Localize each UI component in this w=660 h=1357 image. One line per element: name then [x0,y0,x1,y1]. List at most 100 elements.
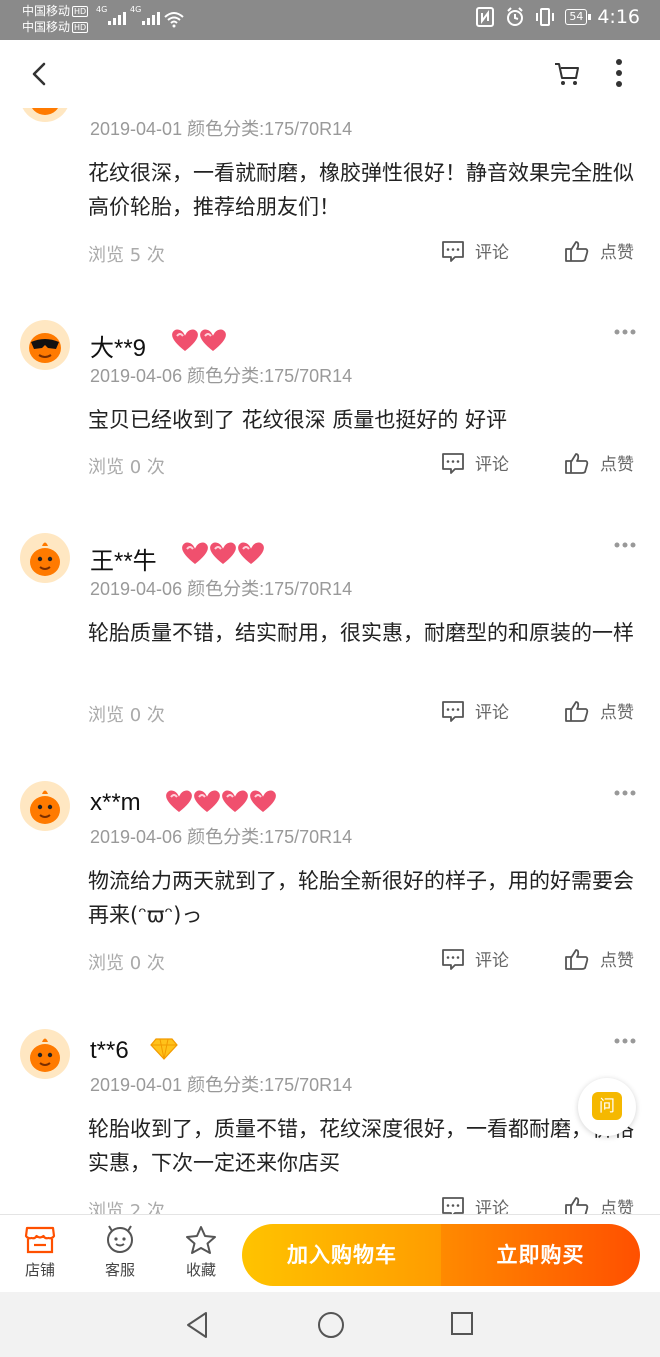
more-horizontal-icon[interactable] [613,541,637,549]
review-item: t**6 2019-04-01 颜色分类:175/70R14 轮胎收到了，质量不… [0,999,660,1214]
comment-icon [442,700,464,722]
carrier-info: 中国移动 HD 中国移动 HD [22,3,89,35]
hd-badge: HD [72,22,89,33]
thumbs-up-icon [565,452,589,474]
review-meta: 2019-04-01 颜色分类:175/70R14 [90,115,352,141]
review-sku: 颜色分类:175/70R14 [187,827,353,847]
more-vertical-icon[interactable] [608,56,630,90]
like-button[interactable]: 点赞 [564,238,634,263]
review-content: 花纹很深，一看就耐磨，橡胶弹性很好！静音效果完全胜似高价轮胎，推荐给朋友们！ [88,161,634,219]
review-date: 2019-04-01 [90,1075,183,1095]
signal-bars-icon [108,12,126,25]
back-triangle-icon[interactable] [184,1310,212,1340]
review-content: 物流给力两天就到了，轮胎全新很好的样子，用的好需要会再来(ᵔϖᵔ)っ [88,869,634,927]
comment-label: 评论 [475,1199,509,1214]
comment-icon [442,452,464,474]
review-item: 大**9 2019-04-06 颜色分类:175/70R14 宝贝已经收到了 花… [0,290,660,530]
review-content: 轮胎收到了，质量不错，花纹深度很好，一看都耐磨，价格实惠，下次一定还来你店买 [88,1117,634,1175]
view-count: 浏览 0 次 [88,457,165,478]
service-label: 客服 [104,1261,135,1279]
user-level-hearts [178,539,266,567]
comment-icon [442,240,464,262]
view-count: 浏览 2 次 [88,1201,165,1214]
customer-service-tab[interactable]: 客服 [90,1225,150,1280]
review-item: 王**牛 2019-04-06 颜色分类:175/70R14 轮胎质量不错，结实… [0,503,660,753]
more-horizontal-icon[interactable] [613,789,637,797]
review-sku: 颜色分类:175/70R14 [187,119,353,139]
comment-label: 评论 [475,703,509,723]
thumbs-up-icon [565,1196,589,1214]
star-icon [186,1226,216,1254]
vibrate-icon [536,8,555,26]
shop-icon [24,1226,56,1254]
system-nav-bar [0,1292,660,1357]
review-content: 轮胎质量不错，结实耐用，很实惠，耐磨型的和原装的一样 [88,621,634,645]
signal-bars-icon [142,12,160,25]
buy-now-button[interactable]: 立即购买 [441,1224,640,1286]
like-button[interactable]: 点赞 [564,698,634,723]
like-label: 点赞 [600,243,634,263]
heart-icon [198,328,228,353]
review-item: x**m 2019-04-06 颜色分类:175/70R14 物流给力两天就到了… [0,751,660,1001]
review-meta: 2019-04-06 颜色分类:175/70R14 [90,362,352,388]
comment-button[interactable]: 评论 [441,1194,509,1214]
favorite-tab[interactable]: 收藏 [171,1225,231,1280]
review-sku: 颜色分类:175/70R14 [187,1075,353,1095]
like-button[interactable]: 点赞 [564,1194,634,1214]
review-meta: 2019-04-06 颜色分类:175/70R14 [90,575,352,601]
view-count: 浏览 0 次 [88,705,165,726]
recents-square-icon[interactable] [449,1310,475,1338]
comment-icon [442,948,464,970]
user-avatar[interactable] [20,320,70,370]
hd-badge: HD [72,6,89,17]
comment-label: 评论 [475,951,509,971]
user-avatar[interactable] [20,533,70,583]
battery-icon: 54 [565,9,592,25]
comment-button[interactable]: 评论 [441,450,509,475]
review-date: 2019-04-06 [90,827,183,847]
user-avatar[interactable] [20,781,70,831]
nfc-icon [476,7,495,27]
comment-button[interactable]: 评论 [441,238,509,263]
comment-button[interactable]: 评论 [441,698,509,723]
cart-icon[interactable] [552,58,582,88]
thumbs-up-icon [565,948,589,970]
user-avatar[interactable] [20,1029,70,1079]
review-date: 2019-04-06 [90,366,183,386]
thumbs-up-icon [565,240,589,262]
home-circle-icon[interactable] [316,1310,346,1340]
comment-icon [442,1196,464,1214]
review-feed[interactable]: 2019-04-01 颜色分类:175/70R14 花纹很深，一看就耐磨，橡胶弹… [0,108,660,1214]
more-horizontal-icon[interactable] [613,328,637,336]
shop-label: 店铺 [24,1261,55,1279]
more-horizontal-icon[interactable] [613,1037,637,1045]
carrier-1: 中国移动 [22,4,71,18]
ask-icon: 问 [592,1092,622,1120]
username: t**6 [90,1037,129,1064]
thumbs-up-icon [565,700,589,722]
chevron-left-icon[interactable] [26,60,54,88]
username: 大**9 [90,335,147,362]
service-icon [107,1225,133,1253]
view-count: 浏览 0 次 [88,953,165,974]
favorite-label: 收藏 [185,1261,216,1279]
review-date: 2019-04-06 [90,579,183,599]
comment-button[interactable]: 评论 [441,946,509,971]
shop-tab[interactable]: 店铺 [10,1225,70,1280]
carrier-2: 中国移动 [22,20,71,34]
heart-icon [248,789,278,814]
like-button[interactable]: 点赞 [564,946,634,971]
heart-icon [236,541,266,566]
clock: 4:16 [597,6,640,28]
like-label: 点赞 [600,1199,634,1214]
add-to-cart-button[interactable]: 加入购物车 [242,1224,442,1286]
review-meta: 2019-04-06 颜色分类:175/70R14 [90,823,352,849]
like-button[interactable]: 点赞 [564,450,634,475]
comment-label: 评论 [475,243,509,263]
review-meta: 2019-04-01 颜色分类:175/70R14 [90,1071,352,1097]
ask-question-button[interactable]: 问 [578,1078,636,1136]
user-avatar[interactable] [20,108,70,122]
review-sku: 颜色分类:175/70R14 [187,579,353,599]
user-level-hearts [162,787,278,815]
like-label: 点赞 [600,951,634,971]
